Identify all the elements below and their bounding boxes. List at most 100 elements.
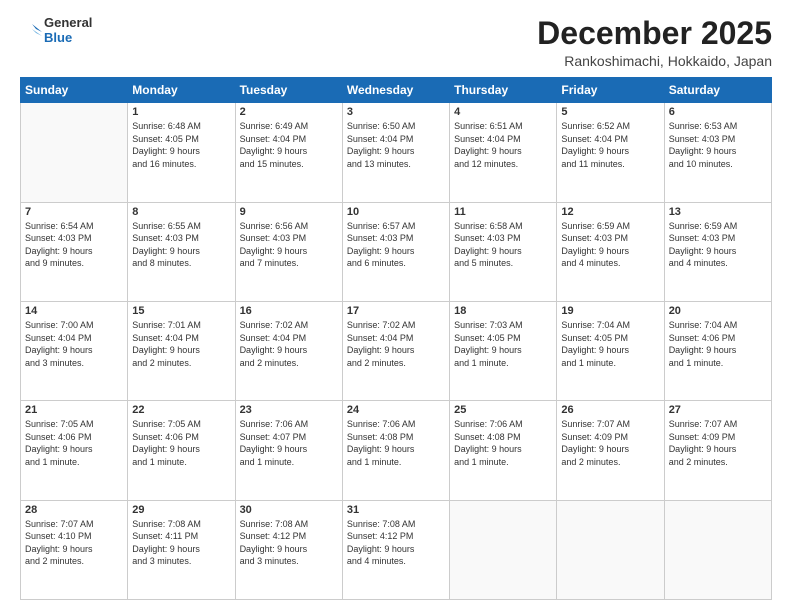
- day-number: 30: [240, 504, 338, 516]
- header-row: SundayMondayTuesdayWednesdayThursdayFrid…: [21, 78, 772, 103]
- day-cell: 7 Sunrise: 6:54 AM Sunset: 4:03 PM Daylig…: [21, 202, 128, 301]
- day-info: Sunrise: 7:08 AM Sunset: 4:11 PM Dayligh…: [132, 518, 230, 568]
- logo: General Blue: [20, 16, 92, 46]
- col-header-monday: Monday: [128, 78, 235, 103]
- col-header-saturday: Saturday: [664, 78, 771, 103]
- day-cell: 12 Sunrise: 6:59 AM Sunset: 4:03 PM Dayli…: [557, 202, 664, 301]
- day-info: Sunrise: 6:50 AM Sunset: 4:04 PM Dayligh…: [347, 120, 445, 170]
- week-row-3: 14 Sunrise: 7:00 AM Sunset: 4:04 PM Dayli…: [21, 301, 772, 400]
- day-info: Sunrise: 6:55 AM Sunset: 4:03 PM Dayligh…: [132, 220, 230, 270]
- day-cell: 29 Sunrise: 7:08 AM Sunset: 4:11 PM Dayli…: [128, 500, 235, 599]
- day-number: 2: [240, 106, 338, 118]
- day-info: Sunrise: 7:08 AM Sunset: 4:12 PM Dayligh…: [240, 518, 338, 568]
- day-cell: 22 Sunrise: 7:05 AM Sunset: 4:06 PM Dayli…: [128, 401, 235, 500]
- day-info: Sunrise: 7:06 AM Sunset: 4:08 PM Dayligh…: [454, 418, 552, 468]
- day-number: 17: [347, 305, 445, 317]
- day-cell: 19 Sunrise: 7:04 AM Sunset: 4:05 PM Dayli…: [557, 301, 664, 400]
- day-number: 12: [561, 206, 659, 218]
- logo-line2: Blue: [44, 31, 92, 46]
- day-info: Sunrise: 6:52 AM Sunset: 4:04 PM Dayligh…: [561, 120, 659, 170]
- logo-line1: General: [44, 16, 92, 31]
- day-number: 27: [669, 404, 767, 416]
- day-info: Sunrise: 6:57 AM Sunset: 4:03 PM Dayligh…: [347, 220, 445, 270]
- day-cell: 1Sunrise: 6:48 AM Sunset: 4:05 PM Daylig…: [128, 103, 235, 202]
- day-info: Sunrise: 7:06 AM Sunset: 4:07 PM Dayligh…: [240, 418, 338, 468]
- day-info: Sunrise: 6:53 AM Sunset: 4:03 PM Dayligh…: [669, 120, 767, 170]
- day-number: 16: [240, 305, 338, 317]
- col-header-wednesday: Wednesday: [342, 78, 449, 103]
- calendar-subtitle: Rankoshimachi, Hokkaido, Japan: [537, 53, 772, 69]
- col-header-sunday: Sunday: [21, 78, 128, 103]
- day-info: Sunrise: 7:05 AM Sunset: 4:06 PM Dayligh…: [132, 418, 230, 468]
- day-number: 8: [132, 206, 230, 218]
- day-info: Sunrise: 7:04 AM Sunset: 4:05 PM Dayligh…: [561, 319, 659, 369]
- day-cell: 24 Sunrise: 7:06 AM Sunset: 4:08 PM Dayli…: [342, 401, 449, 500]
- day-cell: 14 Sunrise: 7:00 AM Sunset: 4:04 PM Dayli…: [21, 301, 128, 400]
- day-cell: 31Sunrise: 7:08 AM Sunset: 4:12 PM Dayli…: [342, 500, 449, 599]
- day-cell: 5Sunrise: 6:52 AM Sunset: 4:04 PM Daylig…: [557, 103, 664, 202]
- day-cell: [450, 500, 557, 599]
- day-number: 13: [669, 206, 767, 218]
- day-number: 22: [132, 404, 230, 416]
- day-info: Sunrise: 6:48 AM Sunset: 4:05 PM Dayligh…: [132, 120, 230, 170]
- day-info: Sunrise: 6:54 AM Sunset: 4:03 PM Dayligh…: [25, 220, 123, 270]
- day-number: 31: [347, 504, 445, 516]
- day-number: 3: [347, 106, 445, 118]
- day-info: Sunrise: 7:04 AM Sunset: 4:06 PM Dayligh…: [669, 319, 767, 369]
- header: General Blue December 2025 Rankoshimachi…: [20, 16, 772, 69]
- day-number: 6: [669, 106, 767, 118]
- day-info: Sunrise: 7:05 AM Sunset: 4:06 PM Dayligh…: [25, 418, 123, 468]
- day-cell: 18Sunrise: 7:03 AM Sunset: 4:05 PM Dayli…: [450, 301, 557, 400]
- logo-svg: General Blue: [20, 16, 92, 46]
- day-cell: 3 Sunrise: 6:50 AM Sunset: 4:04 PM Daylig…: [342, 103, 449, 202]
- day-number: 26: [561, 404, 659, 416]
- day-cell: 30 Sunrise: 7:08 AM Sunset: 4:12 PM Dayli…: [235, 500, 342, 599]
- day-cell: 23 Sunrise: 7:06 AM Sunset: 4:07 PM Dayli…: [235, 401, 342, 500]
- day-info: Sunrise: 6:59 AM Sunset: 4:03 PM Dayligh…: [669, 220, 767, 270]
- col-header-friday: Friday: [557, 78, 664, 103]
- day-number: 14: [25, 305, 123, 317]
- day-number: 10: [347, 206, 445, 218]
- day-info: Sunrise: 6:59 AM Sunset: 4:03 PM Dayligh…: [561, 220, 659, 270]
- day-number: 15: [132, 305, 230, 317]
- week-row-4: 21Sunrise: 7:05 AM Sunset: 4:06 PM Dayli…: [21, 401, 772, 500]
- week-row-1: 1Sunrise: 6:48 AM Sunset: 4:05 PM Daylig…: [21, 103, 772, 202]
- title-block: December 2025 Rankoshimachi, Hokkaido, J…: [537, 16, 772, 69]
- day-number: 23: [240, 404, 338, 416]
- week-row-5: 28 Sunrise: 7:07 AM Sunset: 4:10 PM Dayli…: [21, 500, 772, 599]
- day-number: 25: [454, 404, 552, 416]
- day-cell: 21Sunrise: 7:05 AM Sunset: 4:06 PM Dayli…: [21, 401, 128, 500]
- day-cell: 27Sunrise: 7:07 AM Sunset: 4:09 PM Dayli…: [664, 401, 771, 500]
- day-cell: [21, 103, 128, 202]
- day-number: 29: [132, 504, 230, 516]
- day-cell: 17 Sunrise: 7:02 AM Sunset: 4:04 PM Dayli…: [342, 301, 449, 400]
- day-info: Sunrise: 6:56 AM Sunset: 4:03 PM Dayligh…: [240, 220, 338, 270]
- day-cell: 8 Sunrise: 6:55 AM Sunset: 4:03 PM Daylig…: [128, 202, 235, 301]
- day-cell: 16Sunrise: 7:02 AM Sunset: 4:04 PM Dayli…: [235, 301, 342, 400]
- day-cell: 15 Sunrise: 7:01 AM Sunset: 4:04 PM Dayli…: [128, 301, 235, 400]
- day-cell: 25 Sunrise: 7:06 AM Sunset: 4:08 PM Dayli…: [450, 401, 557, 500]
- day-info: Sunrise: 7:00 AM Sunset: 4:04 PM Dayligh…: [25, 319, 123, 369]
- day-number: 28: [25, 504, 123, 516]
- day-cell: [664, 500, 771, 599]
- day-info: Sunrise: 6:49 AM Sunset: 4:04 PM Dayligh…: [240, 120, 338, 170]
- col-header-tuesday: Tuesday: [235, 78, 342, 103]
- week-row-2: 7 Sunrise: 6:54 AM Sunset: 4:03 PM Daylig…: [21, 202, 772, 301]
- day-cell: 10 Sunrise: 6:57 AM Sunset: 4:03 PM Dayli…: [342, 202, 449, 301]
- day-info: Sunrise: 7:02 AM Sunset: 4:04 PM Dayligh…: [347, 319, 445, 369]
- logo-bird-icon: [20, 16, 42, 46]
- day-info: Sunrise: 7:06 AM Sunset: 4:08 PM Dayligh…: [347, 418, 445, 468]
- day-number: 18: [454, 305, 552, 317]
- day-number: 24: [347, 404, 445, 416]
- calendar-title: December 2025: [537, 16, 772, 51]
- day-number: 19: [561, 305, 659, 317]
- calendar-table: SundayMondayTuesdayWednesdayThursdayFrid…: [20, 77, 772, 600]
- day-info: Sunrise: 7:01 AM Sunset: 4:04 PM Dayligh…: [132, 319, 230, 369]
- day-cell: 26Sunrise: 7:07 AM Sunset: 4:09 PM Dayli…: [557, 401, 664, 500]
- day-info: Sunrise: 6:51 AM Sunset: 4:04 PM Dayligh…: [454, 120, 552, 170]
- day-number: 7: [25, 206, 123, 218]
- day-number: 4: [454, 106, 552, 118]
- day-info: Sunrise: 7:07 AM Sunset: 4:10 PM Dayligh…: [25, 518, 123, 568]
- day-number: 11: [454, 206, 552, 218]
- day-cell: [557, 500, 664, 599]
